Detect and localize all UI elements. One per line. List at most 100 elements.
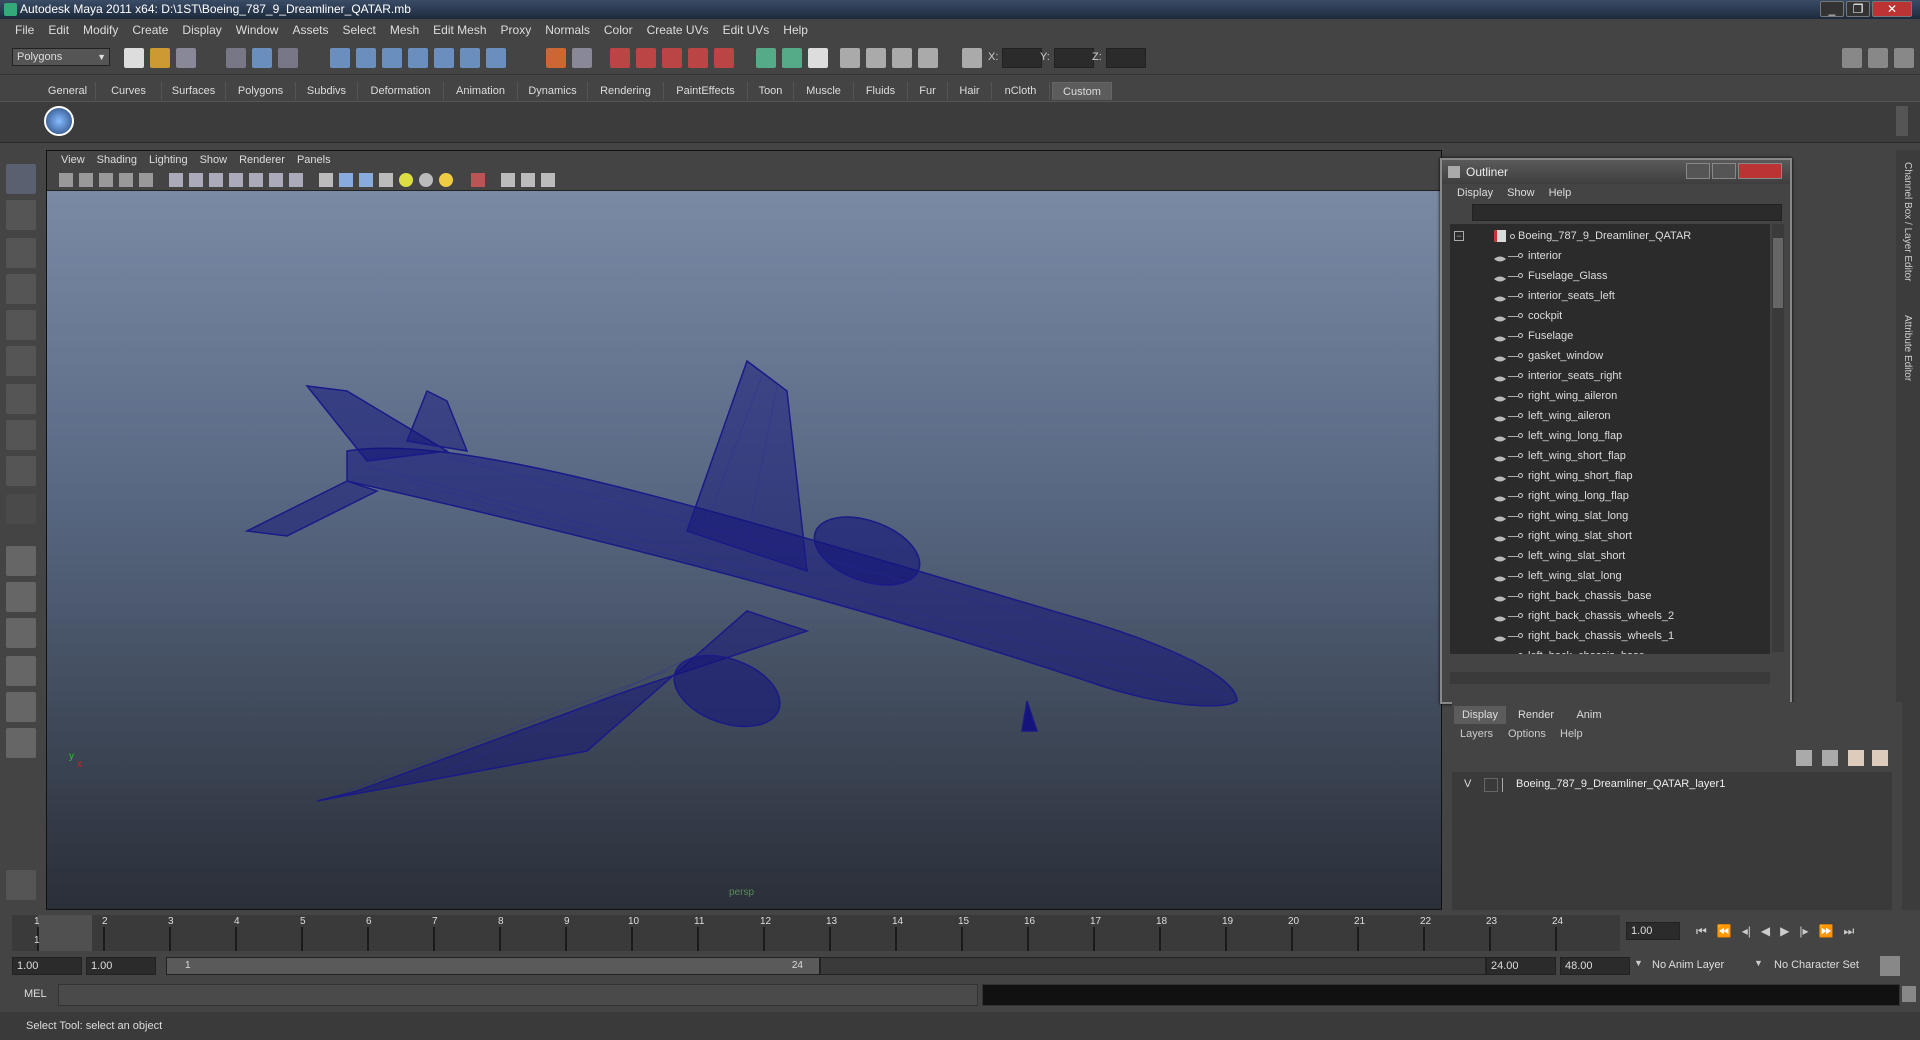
shelf-tab-fur[interactable]: Fur — [908, 82, 948, 100]
list-item[interactable]: left_wing_aileron — [1450, 406, 1770, 426]
textured-icon[interactable] — [379, 173, 393, 187]
scale-tool-icon[interactable] — [6, 346, 36, 376]
xray-icon[interactable] — [501, 173, 515, 187]
list-item[interactable]: right_back_chassis_wheels_2 — [1450, 606, 1770, 626]
list-item[interactable]: Fuselage — [1450, 326, 1770, 346]
menu-help[interactable]: Help — [776, 23, 815, 37]
transform-mode-icon[interactable] — [962, 48, 982, 68]
layout-four-icon[interactable] — [6, 582, 36, 612]
outliner-toggle-icon[interactable] — [918, 48, 938, 68]
layer-type-toggle[interactable] — [1484, 778, 1498, 792]
universal-manipulator-icon[interactable] — [6, 384, 36, 414]
show-manipulator-icon[interactable] — [6, 456, 36, 486]
gate-mask-icon[interactable] — [229, 173, 243, 187]
layers-menu-options[interactable]: Options — [1508, 728, 1546, 740]
y-coord-field[interactable] — [1054, 48, 1094, 68]
attribute-toggle-icon[interactable] — [782, 48, 802, 68]
shelf-tab-animation[interactable]: Animation — [444, 82, 518, 100]
close-button[interactable]: ✕ — [1872, 1, 1912, 17]
layout-hypershade-icon[interactable] — [6, 692, 36, 722]
flat-shade-icon[interactable] — [359, 173, 373, 187]
vp-menu-renderer[interactable]: Renderer — [233, 154, 291, 166]
all-lights-icon[interactable] — [419, 173, 433, 187]
menu-edit-uvs[interactable]: Edit UVs — [716, 23, 777, 37]
outliner-menu-show[interactable]: Show — [1500, 187, 1542, 199]
step-back-frame-icon[interactable]: ◂| — [1742, 924, 1751, 939]
list-item[interactable]: right_wing_long_flap — [1450, 486, 1770, 506]
render-frame-icon[interactable] — [546, 48, 566, 68]
menu-normals[interactable]: Normals — [538, 23, 597, 37]
list-item[interactable]: Fuselage_Glass — [1450, 266, 1770, 286]
step-forward-key-icon[interactable]: ⏩ — [1819, 924, 1834, 939]
grid-toggle-icon[interactable] — [169, 173, 183, 187]
time-slider[interactable]: 1 2 3 4 5 6 7 8 9 10 11 12 13 14 15 16 1… — [12, 915, 1620, 951]
panel-layout-icon[interactable] — [840, 48, 860, 68]
playback-start-field[interactable]: 1.00 — [86, 957, 156, 975]
hypergraph-icon[interactable] — [892, 48, 912, 68]
layout-script-icon[interactable] — [6, 728, 36, 758]
outliner-menu-help[interactable]: Help — [1542, 187, 1579, 199]
new-layer-icon[interactable] — [1796, 750, 1812, 766]
z-coord-field[interactable] — [1106, 48, 1146, 68]
maximize-button[interactable]: ❐ — [1846, 1, 1870, 17]
playback-end-field[interactable]: 24.00 — [1486, 957, 1556, 975]
go-to-end-icon[interactable]: ⏭ — [1843, 924, 1854, 939]
shelf-tab-muscle[interactable]: Muscle — [794, 82, 854, 100]
layer-name[interactable]: Boeing_787_9_Dreamliner_QATAR_layer1 — [1516, 778, 1725, 790]
show-channel-box-icon[interactable] — [1894, 48, 1914, 68]
safe-action-icon[interactable] — [269, 173, 283, 187]
select-component-icon[interactable] — [278, 48, 298, 68]
menu-set-dropdown[interactable]: Polygons ▼ — [12, 48, 110, 66]
layer-visibility-toggle[interactable]: V — [1464, 778, 1471, 790]
sidebar-toggle-icon[interactable] — [756, 48, 776, 68]
layers-menu-help[interactable]: Help — [1560, 728, 1583, 740]
resolution-gate-icon[interactable] — [209, 173, 223, 187]
select-hierarchy-icon[interactable] — [226, 48, 246, 68]
shelf-tab-toon[interactable]: Toon — [748, 82, 794, 100]
soft-mod-tool-icon[interactable] — [6, 420, 36, 450]
snap-curve-icon[interactable] — [356, 48, 376, 68]
outliner-vertical-scrollbar[interactable] — [1772, 224, 1784, 652]
range-slider-track[interactable] — [820, 957, 1486, 975]
play-forward-icon[interactable]: ▶ — [1780, 924, 1789, 939]
shelf-tab-general[interactable]: General — [40, 82, 96, 100]
menu-select[interactable]: Select — [335, 23, 382, 37]
save-scene-icon[interactable] — [176, 48, 196, 68]
output-ops-icon[interactable] — [636, 48, 656, 68]
new-scene-icon[interactable] — [124, 48, 144, 68]
shelf-tab-rendering[interactable]: Rendering — [588, 82, 664, 100]
help-icon[interactable] — [486, 48, 506, 68]
menu-color[interactable]: Color — [597, 23, 640, 37]
layout-single-icon[interactable] — [6, 546, 36, 576]
render-view-icon[interactable] — [714, 48, 734, 68]
menu-modify[interactable]: Modify — [76, 23, 125, 37]
channel-box-tab[interactable]: Channel Box / Layer Editor — [1902, 162, 1913, 282]
list-item[interactable]: left_wing_short_flap — [1450, 446, 1770, 466]
shelf-tab-subdivs[interactable]: Subdivs — [296, 82, 358, 100]
hypershade-icon[interactable] — [688, 48, 708, 68]
shelf-tab-curves[interactable]: Curves — [96, 82, 162, 100]
list-item[interactable]: cockpit — [1450, 306, 1770, 326]
go-to-start-icon[interactable]: ⏮ — [1696, 924, 1707, 939]
shelf-tab-fluids[interactable]: Fluids — [854, 82, 908, 100]
step-back-key-icon[interactable]: ⏪ — [1717, 924, 1732, 939]
character-set-dropdown[interactable]: No Character Set — [1770, 957, 1876, 975]
layer-move-up-icon[interactable] — [1848, 750, 1864, 766]
camera-select-icon[interactable] — [59, 173, 73, 187]
input-ops-icon[interactable] — [610, 48, 630, 68]
range-slider[interactable]: 1 24 — [166, 957, 820, 975]
list-item[interactable]: right_wing_slat_short — [1450, 526, 1770, 546]
current-frame-marker[interactable]: 1 — [34, 935, 40, 946]
layer-tab-anim[interactable]: Anim — [1566, 706, 1612, 724]
smooth-shade-icon[interactable] — [339, 173, 353, 187]
outliner-filter-field[interactable] — [1472, 204, 1782, 221]
render-settings-icon[interactable] — [662, 48, 682, 68]
camera-attributes-icon[interactable] — [79, 173, 93, 187]
anim-preferences-icon[interactable] — [1880, 956, 1900, 976]
menu-create-uvs[interactable]: Create UVs — [640, 23, 716, 37]
list-item[interactable]: interior_seats_left — [1450, 286, 1770, 306]
shelf-scroll-arrows[interactable] — [1896, 106, 1908, 136]
shelf-tab-deformation[interactable]: Deformation — [358, 82, 444, 100]
shelf-tab-ncloth[interactable]: nCloth — [992, 82, 1050, 100]
shelf-tab-dynamics[interactable]: Dynamics — [518, 82, 588, 100]
